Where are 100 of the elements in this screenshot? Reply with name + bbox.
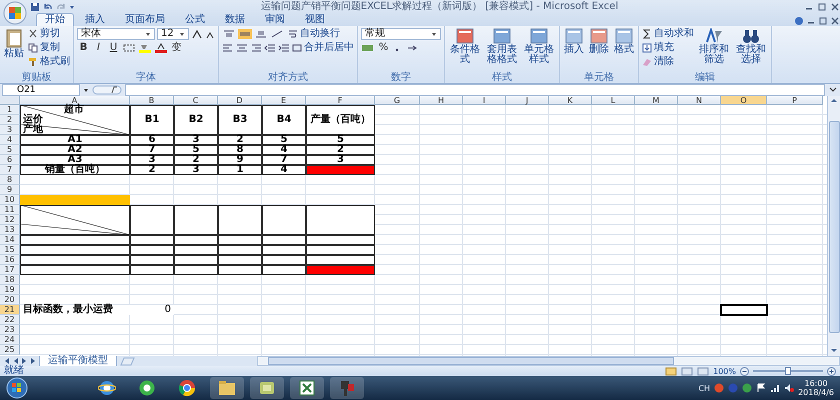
row-header[interactable]: 4: [0, 135, 20, 145]
row-header[interactable]: 25: [0, 345, 20, 355]
close-icon[interactable]: [830, 16, 840, 26]
ribbon-tab[interactable]: 公式: [176, 13, 214, 26]
font-size-select[interactable]: 12: [157, 28, 189, 40]
align-top-icon[interactable]: [222, 29, 236, 39]
merge-center-button[interactable]: 合并后居中: [292, 42, 354, 54]
align-right-icon[interactable]: [250, 43, 262, 53]
close-icon[interactable]: [830, 2, 840, 12]
wrap-text-button[interactable]: 自动换行: [288, 28, 340, 40]
document-icon[interactable]: [258, 380, 276, 396]
format-painter-button[interactable]: 格式刷: [28, 56, 70, 68]
row-header[interactable]: 12: [0, 215, 20, 225]
row-header[interactable]: 13: [0, 225, 20, 235]
grow-font-icon[interactable]: [191, 29, 203, 39]
copy-button[interactable]: 复制: [28, 42, 70, 54]
row-header[interactable]: 18: [0, 275, 20, 285]
office-logo-icon[interactable]: [3, 1, 27, 25]
zoom-out-icon[interactable]: [740, 366, 749, 376]
column-header[interactable]: M: [635, 96, 678, 105]
column-header[interactable]: K: [549, 96, 592, 105]
ribbon-tab[interactable]: 视图: [296, 13, 334, 26]
underline-button[interactable]: U: [107, 42, 120, 54]
align-left-icon[interactable]: [222, 43, 234, 53]
ribbon-tab[interactable]: 开始: [36, 13, 74, 26]
row-header[interactable]: 17: [0, 265, 20, 275]
row-header[interactable]: 16: [0, 255, 20, 265]
phonetic-button[interactable]: 变: [170, 42, 183, 54]
increase-decimal-icon[interactable]: [406, 43, 418, 53]
column-header[interactable]: H: [420, 96, 463, 105]
name-box[interactable]: O21: [2, 84, 80, 96]
scrollbar-thumb[interactable]: [828, 121, 840, 333]
page-break-icon[interactable]: [697, 366, 710, 376]
edit-menu-button[interactable]: 排序和筛选: [697, 28, 731, 65]
row-header[interactable]: 22: [0, 315, 20, 325]
row-header[interactable]: 11: [0, 205, 20, 215]
font-family-select[interactable]: 宋体: [77, 28, 155, 40]
align-middle-icon[interactable]: [238, 29, 252, 39]
ribbon-tab[interactable]: 插入: [76, 13, 114, 26]
border-icon[interactable]: [122, 43, 136, 53]
ribbon-tab[interactable]: 数据: [216, 13, 254, 26]
style-button[interactable]: 单元格样式: [522, 28, 556, 65]
zoom-in-icon[interactable]: [827, 366, 836, 376]
row-header[interactable]: 10: [0, 195, 20, 205]
selected-cell[interactable]: [720, 304, 768, 316]
row-header[interactable]: 19: [0, 285, 20, 295]
cut-button[interactable]: 剪切: [28, 28, 70, 40]
formula-input[interactable]: [125, 84, 825, 96]
zoom-thumb[interactable]: [785, 367, 791, 375]
paste-button[interactable]: 粘贴: [3, 28, 25, 59]
column-header[interactable]: F: [306, 96, 375, 105]
undo-icon[interactable]: [43, 2, 53, 12]
style-button[interactable]: 套用表格格式: [485, 28, 519, 65]
edit-button[interactable]: 填充: [642, 42, 694, 54]
row-header[interactable]: 5: [0, 145, 20, 155]
start-orb-icon[interactable]: [6, 377, 28, 399]
row-header[interactable]: 14: [0, 235, 20, 245]
folder-icon[interactable]: [218, 380, 236, 396]
column-header[interactable]: B: [130, 96, 174, 105]
row-header[interactable]: 23: [0, 325, 20, 335]
row-header[interactable]: 8: [0, 175, 20, 185]
sheet-tab[interactable]: 运输平衡模型: [39, 356, 117, 366]
align-center-icon[interactable]: [236, 43, 248, 53]
outdent-icon[interactable]: [264, 43, 276, 53]
column-header[interactable]: N: [678, 96, 721, 105]
camera-icon[interactable]: [338, 379, 356, 397]
flag-icon[interactable]: [756, 383, 766, 393]
column-header[interactable]: E: [262, 96, 306, 105]
row-header[interactable]: 6: [0, 155, 20, 165]
row-header[interactable]: 21: [0, 305, 20, 315]
help-icon[interactable]: [794, 16, 804, 26]
edit-button[interactable]: 自动求和: [642, 28, 694, 40]
row-header[interactable]: 20: [0, 295, 20, 305]
column-header[interactable]: C: [174, 96, 218, 105]
cell-action-button[interactable]: 格式: [613, 28, 635, 55]
row-header[interactable]: 15: [0, 245, 20, 255]
currency-icon[interactable]: [361, 43, 375, 53]
tray-app-icon[interactable]: [714, 383, 724, 393]
horizontal-scrollbar[interactable]: [257, 356, 840, 366]
style-button[interactable]: 条件格式: [448, 28, 482, 65]
edit-menu-button[interactable]: 查找和选择: [734, 28, 768, 65]
font-color-icon[interactable]: [154, 43, 168, 53]
cell-action-button[interactable]: 插入: [563, 28, 585, 55]
column-header[interactable]: D: [218, 96, 262, 105]
column-header[interactable]: L: [592, 96, 635, 105]
column-header[interactable]: P: [767, 96, 823, 105]
percent-button[interactable]: %: [377, 42, 390, 54]
column-header[interactable]: I: [463, 96, 506, 105]
tray-app-icon[interactable]: [742, 383, 752, 393]
row-header[interactable]: 9: [0, 185, 20, 195]
function-icon[interactable]: [92, 85, 122, 95]
page-layout-icon[interactable]: [681, 366, 694, 376]
fill-color-icon[interactable]: [138, 43, 152, 53]
row-header[interactable]: 1: [0, 105, 20, 115]
column-header[interactable]: A: [20, 96, 130, 105]
ribbon-tab[interactable]: 页面布局: [116, 13, 174, 26]
volume-icon[interactable]: [784, 383, 794, 393]
align-bottom-icon[interactable]: [254, 29, 268, 39]
cell-action-button[interactable]: 删除: [588, 28, 610, 55]
column-header[interactable]: G: [375, 96, 420, 105]
